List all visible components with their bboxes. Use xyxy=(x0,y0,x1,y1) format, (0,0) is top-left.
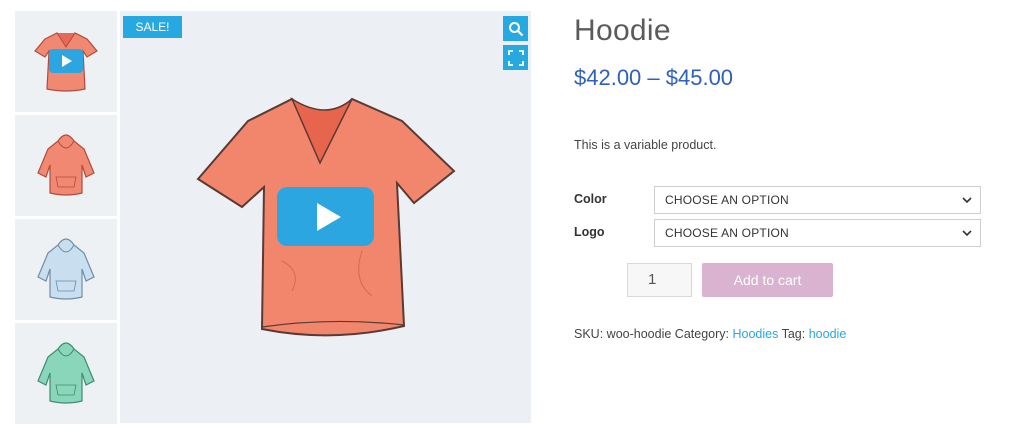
hoodie-icon xyxy=(37,341,95,404)
product-title: Hoodie xyxy=(574,14,671,47)
category-label: Category: xyxy=(674,327,729,341)
variation-row-color: Color CHOOSE AN OPTION xyxy=(574,186,982,214)
hoodie-icon xyxy=(37,133,95,196)
sale-badge: SALE! xyxy=(123,16,182,38)
logo-select[interactable]: CHOOSE AN OPTION xyxy=(654,219,981,247)
zoom-button[interactable] xyxy=(503,16,528,41)
variation-row-logo: Logo CHOOSE AN OPTION xyxy=(574,219,982,247)
chevron-down-icon xyxy=(962,197,972,204)
category-link[interactable]: Hoodies xyxy=(732,327,778,341)
hoodie-icon xyxy=(37,237,95,300)
thumbnail-hoodie-red[interactable] xyxy=(15,115,117,216)
thumbnail-tshirt-video[interactable] xyxy=(15,11,117,112)
chevron-down-icon xyxy=(962,230,972,237)
gallery-thumbnails xyxy=(15,11,117,427)
select-value: CHOOSE AN OPTION xyxy=(665,226,789,240)
select-value: CHOOSE AN OPTION xyxy=(665,193,789,207)
play-icon[interactable] xyxy=(49,49,83,73)
thumbnail-hoodie-green[interactable] xyxy=(15,323,117,424)
sku-value: woo-hoodie xyxy=(606,327,672,341)
quantity-input[interactable]: 1 xyxy=(627,263,692,297)
fullscreen-button[interactable] xyxy=(503,45,528,70)
product-summary: Hoodie $42.00 – $45.00 This is a variabl… xyxy=(574,0,994,434)
product-price: $42.00 – $45.00 xyxy=(574,65,734,90)
fullscreen-icon xyxy=(507,49,524,66)
sku-label: SKU: xyxy=(574,327,604,341)
color-select[interactable]: CHOOSE AN OPTION xyxy=(654,186,981,214)
tag-label: Tag: xyxy=(781,327,806,341)
add-to-cart-button[interactable]: Add to cart xyxy=(702,263,833,297)
variation-label: Logo xyxy=(574,225,605,239)
play-video-button[interactable] xyxy=(277,187,374,246)
product-description: This is a variable product. xyxy=(574,138,717,152)
thumbnail-hoodie-blue[interactable] xyxy=(15,219,117,320)
tag-link[interactable]: hoodie xyxy=(809,327,847,341)
main-product-image[interactable]: SALE! xyxy=(120,11,531,423)
product-meta: SKU: woo-hoodie Category: Hoodies Tag: h… xyxy=(574,327,846,341)
variation-label: Color xyxy=(574,192,607,206)
search-icon xyxy=(508,21,523,36)
